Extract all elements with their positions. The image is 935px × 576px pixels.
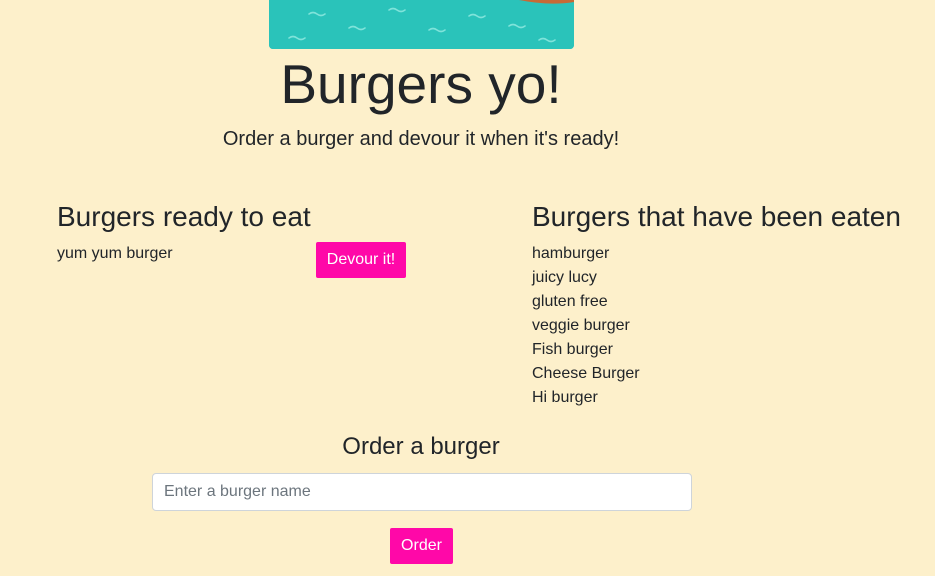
eaten-burger-item: gluten free (532, 293, 608, 310)
burger-name-input[interactable] (152, 473, 692, 511)
page-title: Burgers yo! (280, 53, 562, 115)
eaten-burger-item: juicy lucy (532, 269, 597, 286)
ready-burger-name: yum yum burger (57, 245, 173, 262)
eaten-burger-item: Cheese Burger (532, 365, 640, 382)
page-subtitle: Order a burger and devour it when it's r… (222, 128, 620, 150)
order-button[interactable]: Order (390, 528, 453, 564)
devour-button[interactable]: Devour it! (316, 242, 406, 278)
burger-banner-image (269, 0, 574, 49)
eaten-burger-item: Hi burger (532, 389, 598, 406)
eaten-burger-item: Fish burger (532, 341, 613, 358)
eaten-burger-list: hamburger juicy lucy gluten free veggie … (532, 242, 640, 410)
eaten-burger-item: veggie burger (532, 317, 630, 334)
ready-burgers-heading: Burgers ready to eat (57, 201, 311, 232)
eaten-burger-item: hamburger (532, 245, 610, 262)
eaten-burgers-heading: Burgers that have been eaten (532, 201, 901, 232)
order-form-heading: Order a burger (342, 433, 500, 460)
